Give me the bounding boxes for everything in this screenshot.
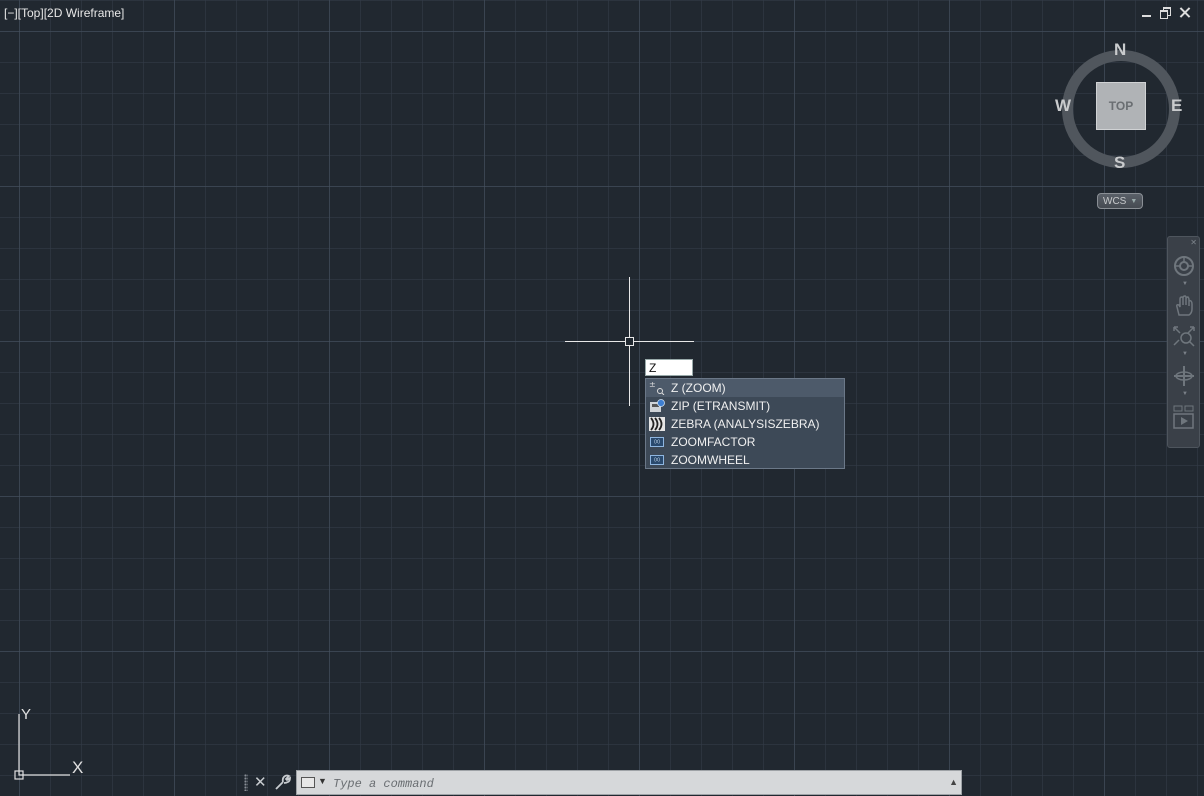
ucs-y-label: Y xyxy=(21,706,32,723)
zoom-extents-icon[interactable] xyxy=(1172,325,1196,347)
wrench-icon[interactable] xyxy=(274,774,291,791)
wcs-menu-button[interactable]: WCS ▼ xyxy=(1097,193,1143,209)
autocomplete-item-label: Z (ZOOM) xyxy=(671,381,726,395)
compass-north[interactable]: N xyxy=(1114,40,1126,60)
autocomplete-item[interactable]: ± Z (ZOOM) xyxy=(646,379,844,397)
navigation-bar: ✕ ▼ ▼ ▼ xyxy=(1167,236,1200,448)
viewcube-top-face[interactable]: TOP xyxy=(1096,82,1146,130)
viewcube-face-label: TOP xyxy=(1108,99,1134,113)
autocomplete-item-label: ZEBRA (ANALYSISZEBRA) xyxy=(671,417,820,431)
system-variable-icon: (x) xyxy=(649,435,665,449)
wcs-label: WCS xyxy=(1103,195,1127,207)
ucs-icon[interactable]: Y X xyxy=(12,706,92,782)
showmotion-icon[interactable] xyxy=(1172,405,1196,429)
chevron-up-icon[interactable]: ▲ xyxy=(949,777,958,787)
etransmit-icon xyxy=(649,399,665,413)
viewport-label[interactable]: [−][Top][2D Wireframe] xyxy=(4,6,124,20)
close-icon[interactable] xyxy=(1179,7,1190,18)
minimize-icon[interactable] xyxy=(1141,7,1152,18)
autocomplete-item-label: ZOOMFACTOR xyxy=(671,435,756,449)
autocomplete-item[interactable]: ZIP (ETRANSMIT) xyxy=(646,397,844,415)
drag-grip-handle[interactable] xyxy=(244,774,248,791)
command-line: ✕ ▼ ▲ xyxy=(240,770,962,795)
command-autocomplete-list: ± Z (ZOOM) ZIP (ETRANSMIT) ZEBRA (ANALYS… xyxy=(645,378,845,469)
viewcube[interactable]: TOP N S W E xyxy=(1050,38,1190,178)
command-input-box[interactable]: ▼ ▲ xyxy=(296,770,962,795)
chevron-down-icon[interactable]: ▼ xyxy=(318,776,327,786)
command-prompt-icon[interactable] xyxy=(301,777,315,788)
crosshair-pickbox xyxy=(625,337,634,346)
zebra-icon xyxy=(649,417,665,431)
ucs-x-label: X xyxy=(72,758,84,777)
svg-text:±: ± xyxy=(649,381,656,389)
system-variable-icon: (x) xyxy=(649,453,665,467)
autocomplete-item[interactable]: (x) ZOOMFACTOR xyxy=(646,433,844,451)
viewport-window-controls xyxy=(1141,7,1190,19)
autocomplete-item[interactable]: ZEBRA (ANALYSISZEBRA) xyxy=(646,415,844,433)
chevron-down-icon[interactable]: ▼ xyxy=(1182,351,1188,357)
chevron-down-icon[interactable]: ▼ xyxy=(1182,281,1188,287)
restore-icon[interactable] xyxy=(1160,7,1171,19)
pan-hand-icon[interactable] xyxy=(1172,295,1196,317)
chevron-down-icon[interactable]: ▼ xyxy=(1182,391,1188,397)
orbit-icon[interactable] xyxy=(1172,365,1196,387)
close-icon[interactable]: ✕ xyxy=(1190,238,1197,247)
dynamic-input-field[interactable] xyxy=(645,359,693,376)
steering-wheel-icon[interactable] xyxy=(1172,255,1196,277)
compass-south[interactable]: S xyxy=(1114,153,1125,173)
close-icon[interactable]: ✕ xyxy=(254,773,267,791)
autocomplete-item-label: ZOOMWHEEL xyxy=(671,453,750,467)
compass-west[interactable]: W xyxy=(1055,96,1071,116)
autocomplete-item[interactable]: (x) ZOOMWHEEL xyxy=(646,451,844,469)
chevron-down-icon: ▼ xyxy=(1130,197,1138,205)
autocomplete-item-label: ZIP (ETRANSMIT) xyxy=(671,399,771,413)
zoom-icon: ± xyxy=(649,381,665,395)
command-input[interactable] xyxy=(331,774,935,794)
compass-east[interactable]: E xyxy=(1171,96,1182,116)
